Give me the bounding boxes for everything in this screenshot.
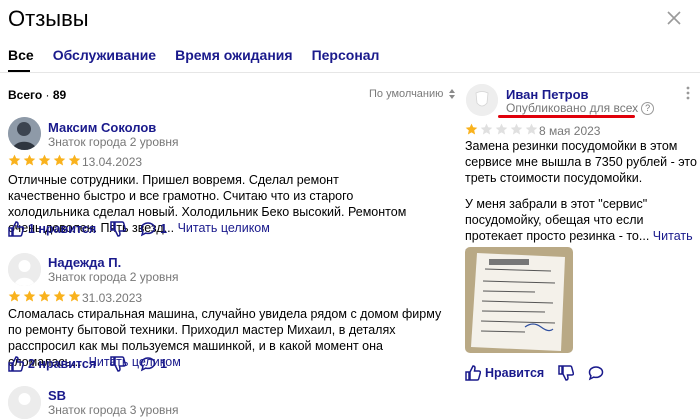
star-filled-icon bbox=[23, 290, 36, 302]
reviewer-name[interactable]: Максим Соколов bbox=[48, 120, 156, 135]
comment-icon bbox=[140, 222, 156, 237]
reviewer-name[interactable]: Надежда П. bbox=[48, 255, 121, 270]
avatar[interactable] bbox=[466, 84, 498, 116]
reviewer-level: Знаток города 3 уровня bbox=[48, 403, 179, 417]
highlight-underline bbox=[498, 115, 635, 118]
like-count: 1 нравится bbox=[28, 222, 97, 236]
review-date: 13.04.2023 bbox=[82, 155, 143, 169]
avatar[interactable] bbox=[8, 117, 41, 150]
more-options-icon[interactable] bbox=[686, 86, 690, 100]
comment-button[interactable]: 1 bbox=[140, 221, 167, 237]
tab-service[interactable]: Обслуживание bbox=[53, 47, 156, 63]
star-empty-icon bbox=[495, 123, 508, 135]
total-label: Всего bbox=[8, 88, 43, 102]
star-filled-icon bbox=[68, 290, 81, 302]
sort-label: По умолчанию bbox=[369, 88, 444, 100]
reviewer-name[interactable]: SB bbox=[48, 388, 66, 403]
star-empty-icon bbox=[480, 123, 493, 135]
publish-status: Опубликовано для всех ? bbox=[506, 101, 655, 115]
thumbs-up-icon bbox=[8, 356, 24, 372]
mask-avatar-icon bbox=[466, 84, 498, 116]
star-filled-icon bbox=[68, 154, 81, 166]
rating-stars bbox=[465, 123, 538, 135]
review-photo[interactable] bbox=[465, 247, 573, 353]
total-count: 89 bbox=[52, 88, 67, 102]
star-filled-icon bbox=[8, 154, 21, 166]
thumbs-down-icon bbox=[110, 221, 127, 237]
comment-icon bbox=[588, 366, 604, 381]
like-count: 2 нравится bbox=[28, 357, 97, 371]
like-button[interactable]: Нравится bbox=[465, 365, 544, 381]
dislike-button[interactable] bbox=[110, 221, 127, 237]
comment-count: 1 bbox=[160, 357, 168, 371]
comment-button[interactable]: 1 bbox=[140, 356, 167, 372]
read-more-link[interactable]: Читать целиком bbox=[178, 221, 270, 235]
tabs-divider bbox=[0, 72, 700, 73]
star-filled-icon bbox=[53, 290, 66, 302]
star-empty-icon bbox=[510, 123, 523, 135]
star-filled-icon bbox=[23, 154, 36, 166]
tab-bar: Все Обслуживание Время ожидания Персонал bbox=[8, 47, 398, 63]
sort-arrows-icon bbox=[449, 89, 456, 99]
close-icon[interactable] bbox=[664, 8, 684, 28]
featured-actions: Нравится bbox=[465, 365, 618, 381]
reviews-total: Всего · 89 bbox=[8, 88, 67, 102]
featured-text-body: У меня забрали в этот "сервис" посудомой… bbox=[465, 197, 650, 243]
reviewer-level: Знаток города 2 уровня bbox=[48, 135, 179, 149]
dislike-button[interactable] bbox=[110, 356, 127, 372]
like-label: Нравится bbox=[485, 366, 545, 380]
featured-review-text: Замена резинки посудомойки в этом сервис… bbox=[465, 139, 697, 185]
tab-all[interactable]: Все bbox=[8, 47, 34, 63]
avatar-photo-icon bbox=[8, 117, 41, 150]
sort-select[interactable]: По умолчанию bbox=[369, 88, 456, 100]
receipt-photo-icon bbox=[465, 247, 573, 353]
review-date: 31.03.2023 bbox=[82, 291, 143, 305]
comment-count: 1 bbox=[160, 222, 168, 236]
tab-waiting-time[interactable]: Время ожидания bbox=[175, 47, 292, 63]
thumbs-up-icon bbox=[465, 365, 481, 381]
default-avatar-icon bbox=[8, 253, 41, 286]
help-icon[interactable]: ? bbox=[641, 101, 655, 115]
tab-staff[interactable]: Персонал bbox=[312, 47, 380, 63]
publish-status-label: Опубликовано для всех bbox=[506, 101, 639, 115]
dislike-button[interactable] bbox=[558, 365, 575, 381]
thumbs-down-icon bbox=[110, 356, 127, 372]
page-title: Отзывы bbox=[8, 6, 89, 31]
comment-icon bbox=[140, 357, 156, 372]
avatar[interactable] bbox=[8, 386, 41, 419]
reviewer-level: Знаток города 2 уровня bbox=[48, 270, 179, 284]
default-avatar-icon bbox=[8, 386, 41, 419]
like-button[interactable]: 1 нравится bbox=[8, 221, 96, 237]
star-filled-icon bbox=[465, 123, 478, 135]
review-date: 8 мая 2023 bbox=[539, 124, 601, 138]
comment-button[interactable] bbox=[588, 365, 604, 381]
featured-reviewer-name[interactable]: Иван Петров bbox=[506, 87, 589, 102]
avatar[interactable] bbox=[8, 253, 41, 286]
star-filled-icon bbox=[8, 290, 21, 302]
thumbs-up-icon bbox=[8, 221, 24, 237]
review-actions: 2 нравится 1 bbox=[8, 356, 181, 372]
star-filled-icon bbox=[53, 154, 66, 166]
rating-stars bbox=[8, 290, 81, 302]
rating-stars bbox=[8, 154, 81, 166]
like-button[interactable]: 2 нравится bbox=[8, 356, 96, 372]
review-actions: 1 нравится 1 bbox=[8, 221, 181, 237]
star-filled-icon bbox=[38, 154, 51, 166]
star-empty-icon bbox=[525, 123, 538, 135]
star-filled-icon bbox=[38, 290, 51, 302]
thumbs-down-icon bbox=[558, 365, 575, 381]
